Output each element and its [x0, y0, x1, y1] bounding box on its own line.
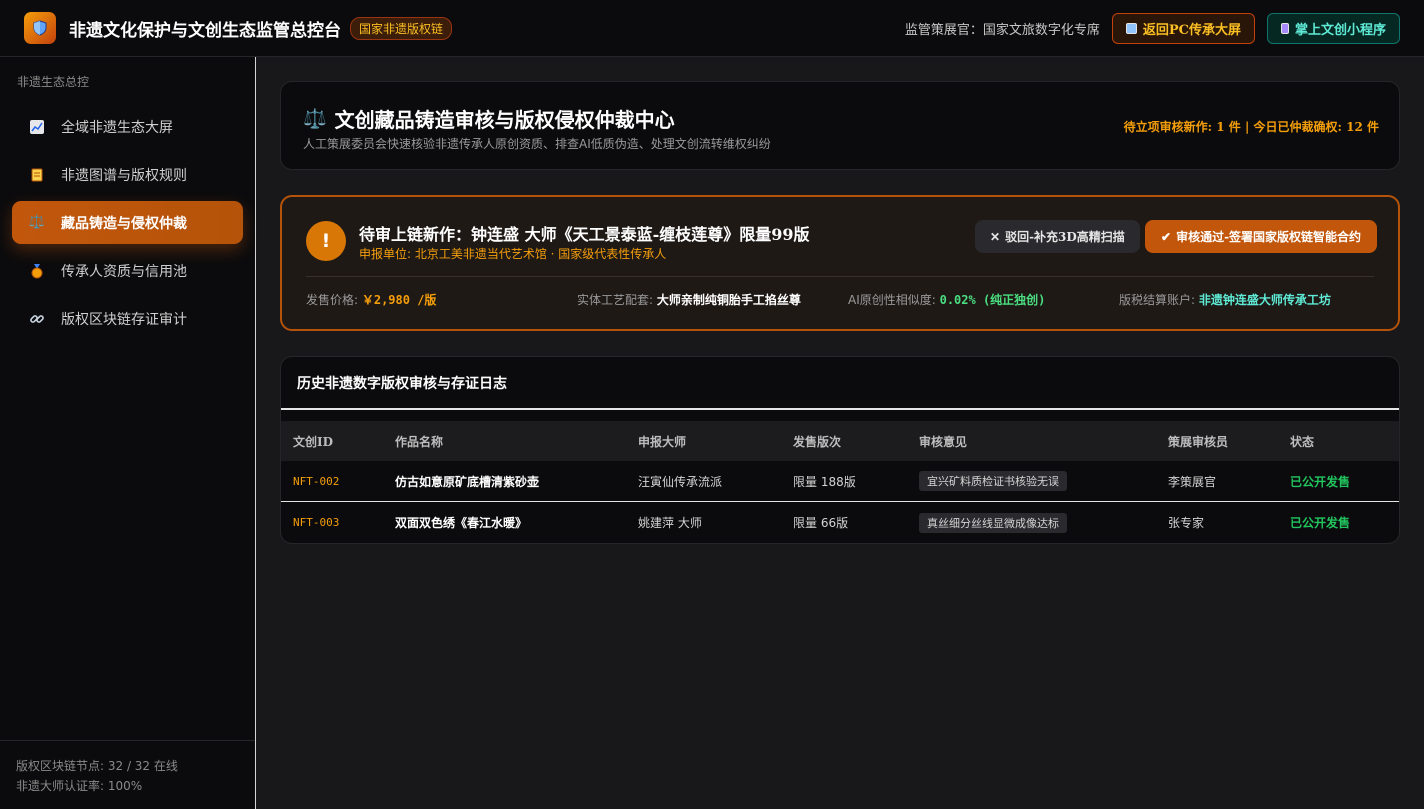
- medal-icon: [28, 262, 46, 280]
- row-opinion: 真丝细分丝线显微成像达标: [919, 512, 1067, 533]
- blockchain-node-status: 版权区块链节点: 32 / 32 在线: [16, 759, 178, 773]
- return-pc-label: 返回PC传承大屏: [1142, 22, 1241, 38]
- sidebar-item-label: 非遗图谱与版权规则: [61, 167, 187, 184]
- app-title: 非遗文化保护与文创生态监管总控台: [69, 20, 341, 41]
- monitor-icon: [1125, 22, 1137, 34]
- alert-icon: !: [306, 221, 346, 261]
- page-title: ⚖️ 文创藏品铸造审核与版权侵权仲裁中心: [303, 104, 675, 133]
- pending-work-title: 待审上链新作：钟连盛 大师《天工景泰蓝-缠枝莲尊》限量99版: [359, 225, 810, 244]
- sidebar-item-label: 传承人资质与信用池: [61, 263, 187, 280]
- sidebar-item-inheritor-credit[interactable]: 传承人资质与信用池: [12, 249, 243, 292]
- master-cert-rate: 非遗大师认证率: 100%: [16, 779, 143, 793]
- row-work: 双面双色绣《春江水暖》: [395, 516, 528, 530]
- close-icon: ✕: [990, 229, 1001, 244]
- table-header: 文创ID 作品名称 申报大师 发售版次 审核意见 策展审核员 状态: [281, 421, 1399, 461]
- review-log-card: 历史非遗数字版权审核与存证日志 文创ID 作品名称 申报大师 发售版次 审核意见…: [280, 356, 1400, 544]
- sidebar-item-minting-arbitration[interactable]: ⚖️ 藏品铸造与侵权仲裁: [12, 201, 243, 244]
- meta-label: 实体工艺配套:: [577, 293, 657, 307]
- pending-review-card: ! 待审上链新作：钟连盛 大师《天工景泰蓝-缠枝莲尊》限量99版 申报单位: 北…: [280, 195, 1400, 331]
- col-header: 发售版次: [793, 434, 842, 449]
- sidebar-item-label: 藏品铸造与侵权仲裁: [61, 215, 187, 232]
- row-id: NFT-003: [293, 516, 340, 529]
- mini-program-label: 掌上文创小程序: [1294, 22, 1386, 38]
- reject-button[interactable]: ✕ 驳回-补充3D高精扫描: [975, 220, 1140, 253]
- top-bar: 非遗文化保护与文创生态监管总控台 国家非遗版权链 监管策展官：国家文旅数字化专席…: [0, 0, 1424, 57]
- divider: [306, 276, 1374, 277]
- col-header: 审核意见: [919, 434, 968, 449]
- meta-label: 版税结算账户:: [1119, 293, 1199, 307]
- sidebar-item-label: 版权区块链存证审计: [61, 311, 187, 328]
- table-row[interactable]: NFT-003 双面双色绣《春江水暖》 姚建萍 大师 限量 66版 真丝细分丝线…: [281, 502, 1399, 543]
- sidebar-item-label: 全域非遗生态大屏: [61, 119, 173, 136]
- chain-badge: 国家非遗版权链: [350, 16, 453, 40]
- page-title-text: 文创藏品铸造审核与版权侵权仲裁中心: [334, 108, 675, 132]
- curator-label: 监管策展官：国家文旅数字化专席: [904, 22, 1100, 38]
- table-row[interactable]: NFT-002 仿古如意原矿底槽清紫砂壶 汪寅仙传承流派 限量 188版 宜兴矿…: [281, 461, 1399, 502]
- main-content: ⚖️ 文创藏品铸造审核与版权侵权仲裁中心 人工策展委员会快速核验非遗传承人原创资…: [280, 81, 1400, 544]
- sidebar-item-ecosystem-screen[interactable]: 全域非遗生态大屏: [12, 105, 243, 148]
- row-status: 已公开发售: [1290, 474, 1351, 489]
- check-icon: ✔: [1161, 229, 1172, 244]
- col-header: 策展审核员: [1168, 434, 1229, 449]
- review-stats: 待立项审核新作: 1 件 | 今日已仲裁确权: 12 件: [1123, 120, 1379, 134]
- scroll-icon: [28, 166, 46, 184]
- meta-price: 发售价格: ￥2,980 /版: [306, 291, 436, 308]
- meta-label: 发售价格:: [306, 293, 362, 307]
- scale-icon: ⚖️: [303, 108, 327, 130]
- col-header: 作品名称: [395, 434, 444, 449]
- pending-applicant-unit: 申报单位: 北京工美非遗当代艺术馆 · 国家级代表性传承人: [359, 247, 667, 261]
- log-title: 历史非遗数字版权审核与存证日志: [281, 357, 1399, 410]
- approve-button[interactable]: ✔ 审核通过-签署国家版权链智能合约: [1145, 220, 1378, 253]
- meta-value: 0.02% (纯正独创): [939, 293, 1046, 307]
- chart-icon: [28, 118, 46, 136]
- sidebar-item-copyright-rules[interactable]: 非遗图谱与版权规则: [12, 153, 243, 196]
- approve-label: 审核通过-签署国家版权链智能合约: [1176, 230, 1362, 244]
- row-master: 姚建萍 大师: [638, 516, 702, 530]
- sidebar-section-title: 非遗生态总控: [17, 75, 90, 89]
- row-id: NFT-002: [293, 474, 340, 488]
- meta-value: 非遗钟连盛大师传承工坊: [1198, 293, 1331, 307]
- meta-craft: 实体工艺配套: 大师亲制纯铜胎手工掐丝尊: [577, 291, 801, 308]
- meta-royalty-account: 版税结算账户: 非遗钟连盛大师传承工坊: [1119, 291, 1331, 308]
- scale-icon: ⚖️: [28, 215, 46, 230]
- row-edition: 限量 188版: [793, 474, 856, 489]
- sidebar-item-blockchain-audit[interactable]: 版权区块链存证审计: [12, 297, 243, 340]
- row-status: 已公开发售: [1290, 516, 1351, 530]
- col-header: 状态: [1290, 434, 1315, 449]
- row-work: 仿古如意原矿底槽清紫砂壶: [395, 474, 540, 489]
- link-icon: [28, 310, 46, 328]
- col-header: 申报大师: [638, 434, 687, 449]
- row-master: 汪寅仙传承流派: [638, 474, 723, 489]
- page-subtitle: 人工策展委员会快速核验非遗传承人原创资质、排查AI低质伪造、处理文创流转维权纠纷: [303, 137, 771, 151]
- shield-logo-icon: [24, 12, 56, 44]
- meta-value: ￥2,980 /版: [361, 293, 437, 307]
- mini-program-button[interactable]: 掌上文创小程序: [1266, 12, 1400, 44]
- row-edition: 限量 66版: [793, 516, 849, 530]
- meta-value: 大师亲制纯铜胎手工掐丝尊: [656, 293, 801, 307]
- return-pc-button[interactable]: 返回PC传承大屏: [1111, 12, 1255, 44]
- sidebar-nav: 全域非遗生态大屏 非遗图谱与版权规则 ⚖️ 藏品铸造与侵权仲裁 传承人资质与信用…: [12, 105, 243, 345]
- page-header-card: ⚖️ 文创藏品铸造审核与版权侵权仲裁中心 人工策展委员会快速核验非遗传承人原创资…: [280, 81, 1400, 170]
- meta-label: AI原创性相似度:: [848, 293, 940, 307]
- row-opinion: 宜兴矿料质检证书核验无误: [919, 471, 1067, 491]
- sidebar-footer: 版权区块链节点: 32 / 32 在线 非遗大师认证率: 100%: [0, 740, 255, 809]
- col-header: 文创ID: [293, 434, 334, 449]
- row-reviewer: 李策展官: [1168, 474, 1217, 489]
- meta-ai-similarity: AI原创性相似度: 0.02% (纯正独创): [848, 291, 1045, 308]
- sidebar: 非遗生态总控 全域非遗生态大屏 非遗图谱与版权规则 ⚖️ 藏品铸造与侵权仲裁 传…: [0, 57, 256, 809]
- row-reviewer: 张专家: [1168, 516, 1205, 530]
- reject-label: 驳回-补充3D高精扫描: [1005, 230, 1125, 244]
- phone-icon: [1280, 22, 1289, 34]
